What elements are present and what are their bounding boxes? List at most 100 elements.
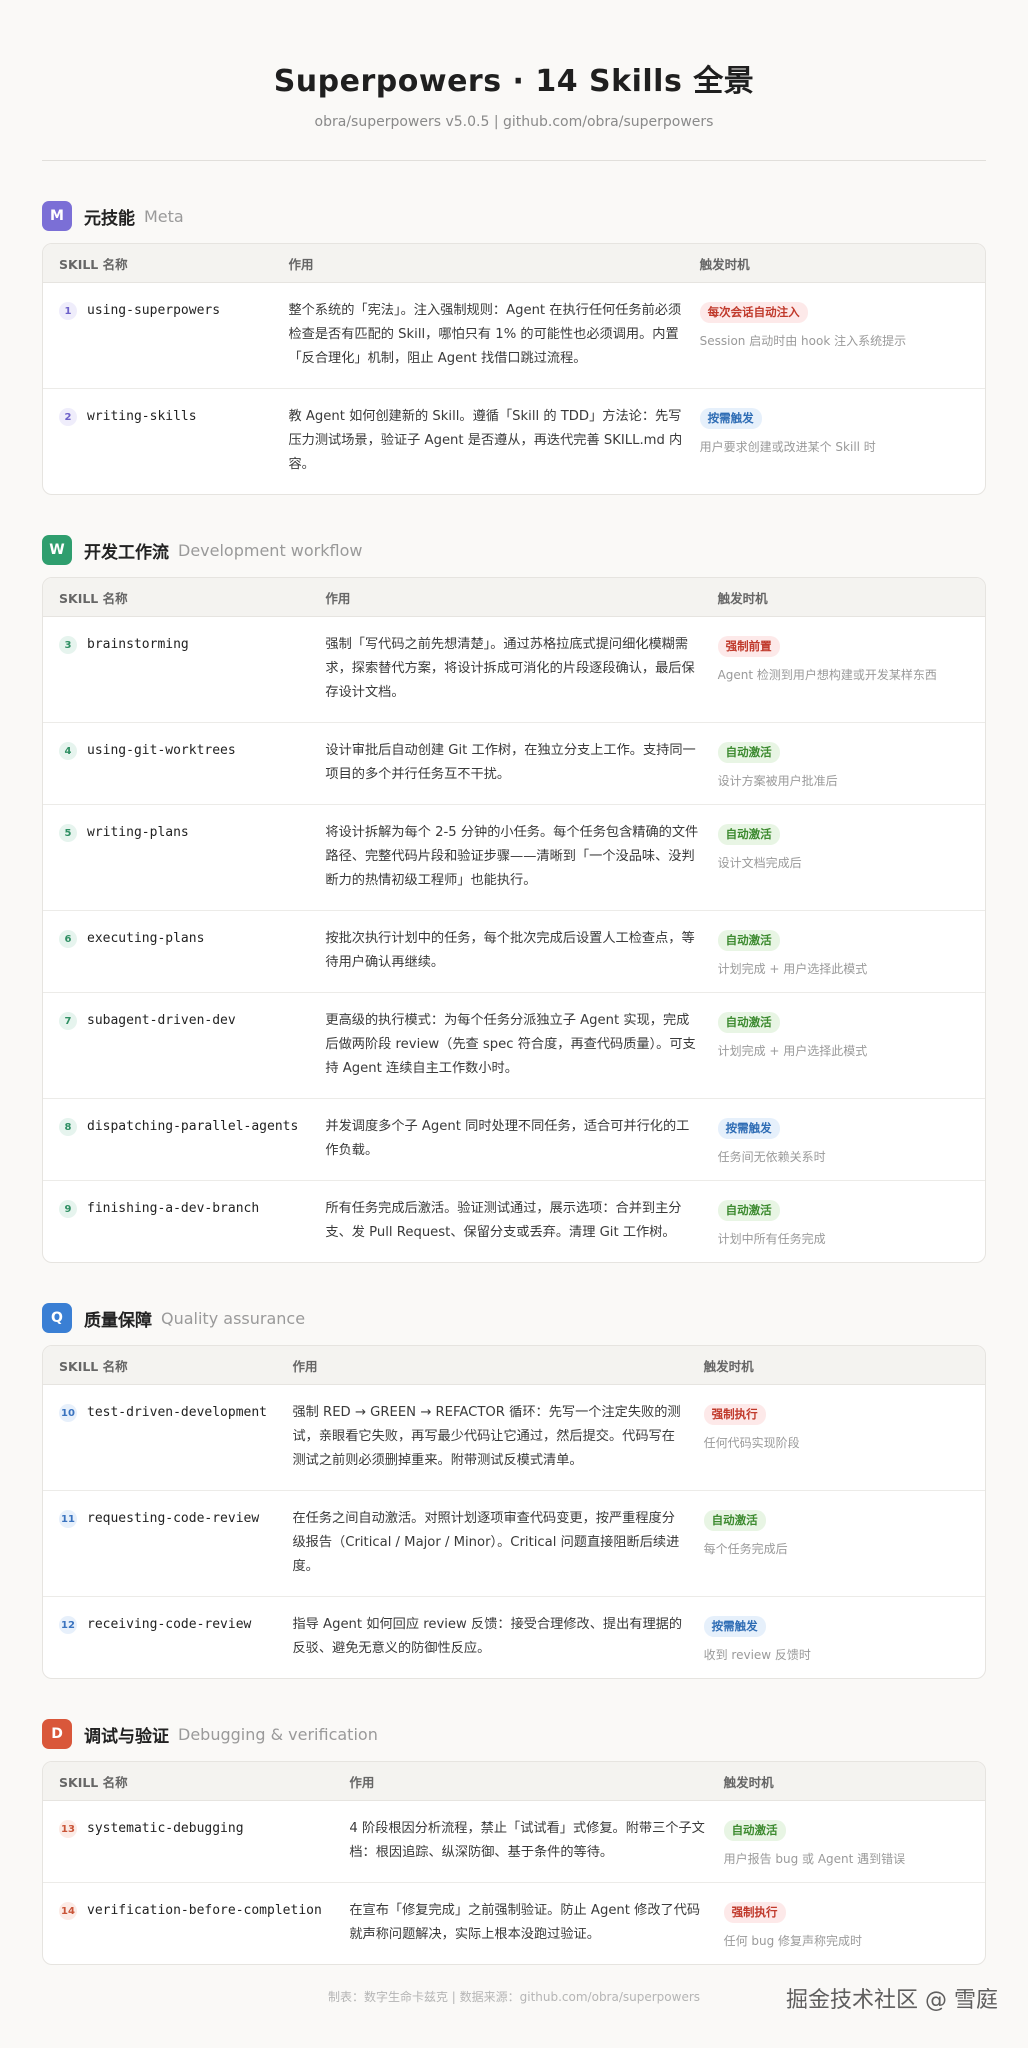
skill-description: 将设计拆解为每个 2-5 分钟的小任务。每个任务包含精确的文件路径、完整代码片段… <box>325 825 699 888</box>
trigger-cell: 自动激活 设计文档完成后 <box>717 805 985 910</box>
table-row: 14 verification-before-completion 在宣布「修复完成… <box>43 1883 985 1964</box>
skill-name: brainstorming <box>87 637 189 652</box>
trigger-badge: 按需触发 <box>717 1118 780 1139</box>
header-trigger: 触发时机 <box>699 256 750 272</box>
section-subtitle: Debugging & verification <box>178 1724 378 1744</box>
page-subtitle: obra/superpowers v5.0.5 | github.com/obr… <box>314 114 714 130</box>
table-row: 13 systematic-debugging 4 阶段根因分析流程，禁止「试试看」… <box>43 1801 985 1883</box>
trigger-text: 每个任务完成后 <box>703 1542 788 1556</box>
section-subtitle: Development workflow <box>178 540 363 560</box>
section-header: D 调试与验证 Debugging & verification <box>42 1719 986 1749</box>
trigger-badge: 按需触发 <box>699 408 762 429</box>
header-purpose: 作用 <box>349 1774 375 1790</box>
skill-description: 在任务之间自动激活。对照计划逐项审查代码变更，按严重程度分级报告（Critica… <box>292 1511 680 1574</box>
skill-name: systematic-debugging <box>87 1821 244 1836</box>
table-header: SKILL 名称 作用 触发时机 <box>43 578 985 617</box>
skill-name: writing-skills <box>87 409 197 424</box>
section-header: Q 质量保障 Quality assurance <box>42 1303 986 1333</box>
section-title: 开发工作流 <box>84 542 169 563</box>
page-title: Superpowers · 14 Skills 全景 <box>273 64 755 99</box>
skill-number: 6 <box>59 930 77 948</box>
skill-number: 14 <box>59 1902 77 1920</box>
trigger-badge: 自动激活 <box>717 930 780 951</box>
trigger-text: 任务间无依赖关系时 <box>717 1150 826 1164</box>
table-row: 11 requesting-code-review 在任务之间自动激活。对照计划逐项… <box>43 1491 985 1597</box>
section-title: 元技能 <box>84 208 135 229</box>
skill-description: 更高级的执行模式：为每个任务分派独立子 Agent 实现，完成后做两阶段 rev… <box>325 1013 696 1076</box>
trigger-badge: 每次会话自动注入 <box>699 302 808 323</box>
skill-description: 教 Agent 如何创建新的 Skill。遵循「Skill 的 TDD」方法论：… <box>288 409 683 472</box>
skill-number: 2 <box>59 408 77 426</box>
trigger-text: Session 启动时由 hook 注入系统提示 <box>699 334 907 348</box>
trigger-text: 计划完成 + 用户选择此模式 <box>717 1044 868 1058</box>
skill-cell: 14 verification-before-completion <box>43 1883 349 1964</box>
trigger-cell: 自动激活每个任务完成后 <box>703 1491 985 1596</box>
header-purpose: 作用 <box>325 590 351 606</box>
section-letter-icon: M <box>42 201 72 231</box>
skill-cell: 9 finishing-a-dev-branch <box>43 1181 325 1262</box>
header-purpose: 作用 <box>292 1358 318 1374</box>
skill-number: 5 <box>59 824 77 842</box>
trigger-cell: 自动激活 计划完成 + 用户选择此模式 <box>717 911 985 992</box>
skill-name: executing-plans <box>87 931 205 946</box>
trigger-cell: 强制前置 Agent 检测到用户想构建或开发某样东西 <box>717 617 985 722</box>
skill-name: finishing-a-dev-branch <box>87 1201 260 1216</box>
skill-cell: 11 requesting-code-review <box>43 1491 292 1596</box>
trigger-cell: 按需触发 用户要求创建或改进某个 Skill 时 <box>699 389 985 494</box>
skill-number: 9 <box>59 1200 77 1218</box>
skills-table: SKILL 名称 作用 触发时机 13 systematic-debugging 4 阶段… <box>42 1761 986 1965</box>
trigger-badge: 自动激活 <box>717 742 780 763</box>
header-name: SKILL 名称 <box>59 1774 128 1790</box>
table-row: 1 using-superpowers 整个系统的「宪法」。注入强制规则：Agent… <box>43 283 985 389</box>
skill-description: 所有任务完成后激活。验证测试通过，展示选项：合并到主分支、发 Pull Requ… <box>325 1201 682 1240</box>
skills-table: SKILL 名称 作用 触发时机 3 brainstorming 强制「写代码之前先想清楚… <box>42 577 986 1263</box>
trigger-cell: 自动激活设计方案被用户批准后 <box>717 723 985 804</box>
trigger-text: 计划中所有任务完成 <box>717 1232 826 1246</box>
skill-name: subagent-driven-dev <box>87 1013 236 1028</box>
skill-description: 在宣布「修复完成」之前强制验证。防止 Agent 修改了代码就声称问题解决，实际… <box>349 1903 701 1942</box>
trigger-text: 用户报告 bug 或 Agent 遇到错误 <box>723 1852 906 1866</box>
table-row: 3 brainstorming 强制「写代码之前先想清楚」。通过苏格拉底式提问细化模… <box>43 617 985 723</box>
skill-cell: 10 test-driven-development <box>43 1385 292 1490</box>
trigger-badge: 强制执行 <box>723 1902 786 1923</box>
section-subtitle: Meta <box>144 206 184 226</box>
trigger-text: 设计方案被用户批准后 <box>717 774 838 788</box>
skill-description: 强制 RED → GREEN → REFACTOR 循环：先写一个注定失败的测试… <box>292 1405 681 1468</box>
skill-name: requesting-code-review <box>87 1511 260 1526</box>
trigger-badge: 强制执行 <box>703 1404 766 1425</box>
skill-name: test-driven-development <box>87 1405 268 1420</box>
section-meta: M 元技能 Meta SKILL 名称 作用 触发时机 1 using-superpowers… <box>42 201 986 495</box>
trigger-text: Agent 检测到用户想构建或开发某样东西 <box>717 668 937 682</box>
skill-number: 11 <box>59 1510 77 1528</box>
table-header: SKILL 名称 作用 触发时机 <box>43 244 985 283</box>
trigger-cell: 按需触发任务间无依赖关系时 <box>717 1099 985 1180</box>
section-quality: Q 质量保障 Quality assurance SKILL 名称 作用 触发时机 10 te… <box>42 1303 986 1679</box>
trigger-cell: 自动激活 计划完成 + 用户选择此模式 <box>717 993 985 1098</box>
table-row: 2 writing-skills 教 Agent 如何创建新的 Skill。遵循「S… <box>43 389 985 494</box>
skill-number: 3 <box>59 636 77 654</box>
table-row: 12 receiving-code-review 指导 Agent 如何回应 rev… <box>43 1597 985 1678</box>
section-header: W 开发工作流 Development workflow <box>42 535 986 565</box>
section-letter-icon: W <box>42 535 72 565</box>
skill-number: 10 <box>59 1404 77 1422</box>
section-title: 质量保障 <box>84 1310 152 1331</box>
skill-number: 7 <box>59 1012 77 1030</box>
table-row: 5 writing-plans 将设计拆解为每个 2-5 分钟的小任务。每个任务包含… <box>43 805 985 911</box>
header-trigger: 触发时机 <box>723 1774 774 1790</box>
section-subtitle: Quality assurance <box>161 1308 306 1328</box>
table-row: 7 subagent-driven-dev 更高级的执行模式：为每个任务分派独立子 … <box>43 993 985 1099</box>
table-row: 8 dispatching-parallel-agents 并发调度多个子 Agen… <box>43 1099 985 1181</box>
section-letter-icon: D <box>42 1719 72 1749</box>
skill-description: 并发调度多个子 Agent 同时处理不同任务，适合可并行化的工作负载。 <box>325 1119 690 1158</box>
trigger-cell: 强制执行 任何 bug 修复声称完成时 <box>723 1883 985 1964</box>
skill-number: 12 <box>59 1616 77 1634</box>
skill-cell: 1 using-superpowers <box>43 283 288 388</box>
table-row: 4 using-git-worktrees 设计审批后自动创建 Git 工作树，在独… <box>43 723 985 805</box>
trigger-badge: 自动激活 <box>703 1510 766 1531</box>
trigger-cell: 自动激活 用户报告 bug 或 Agent 遇到错误 <box>723 1801 985 1882</box>
table-row: 9 finishing-a-dev-branch 所有任务完成后激活。验证测试通过，… <box>43 1181 985 1262</box>
skill-number: 13 <box>59 1820 77 1838</box>
skill-description: 整个系统的「宪法」。注入强制规则：Agent 在执行任何任务前必须检查是否有匹配… <box>288 303 682 366</box>
skill-name: writing-plans <box>87 825 189 840</box>
divider <box>42 160 986 161</box>
